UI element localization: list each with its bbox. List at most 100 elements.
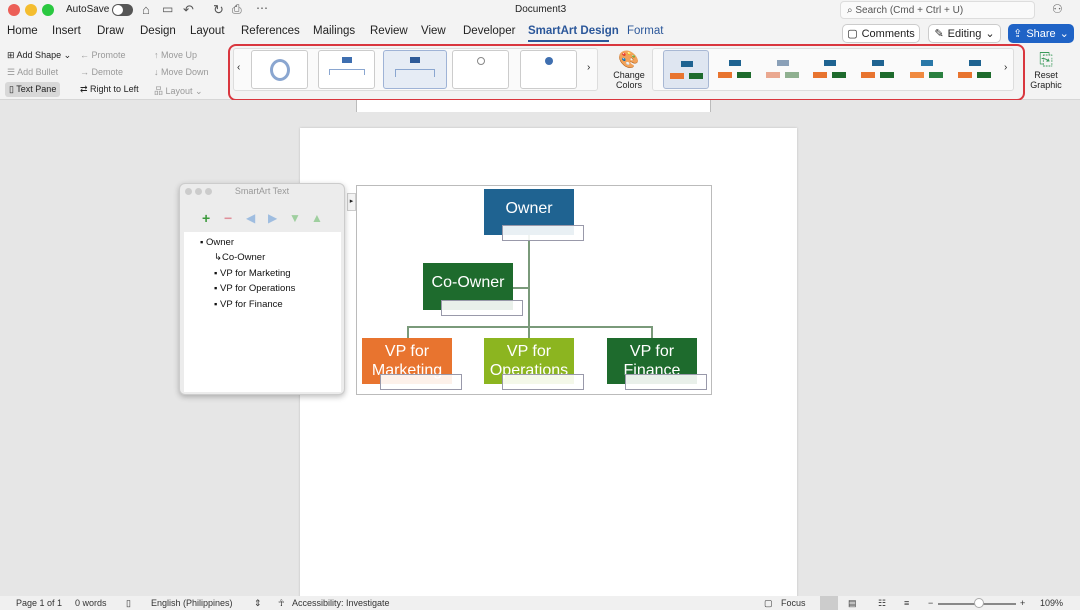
layout-thumb-circular[interactable] — [251, 50, 308, 89]
swatch-mark — [813, 72, 827, 78]
layout-thumb-circle-hierarchy[interactable] — [520, 50, 577, 89]
pencil-icon: ✎ — [934, 28, 944, 40]
accessibility-icon[interactable]: ☥ — [278, 598, 285, 609]
list-item[interactable]: ▪ VP for Operations — [214, 283, 295, 294]
move-down-button[interactable]: ↓ Move Down — [154, 67, 209, 77]
add-shape-button[interactable]: ⊞ Add Shape ⌄ — [7, 50, 71, 61]
tab-design[interactable]: Design — [140, 25, 176, 37]
outline-view-icon[interactable]: ☷ — [878, 598, 886, 609]
demote-button[interactable]: → Demote — [80, 67, 123, 77]
list-item[interactable]: ▪ VP for Finance — [214, 299, 283, 310]
zoom-slider-thumb[interactable] — [974, 598, 984, 608]
node-co-owner-subtext[interactable] — [441, 300, 523, 316]
swatch-mark — [977, 72, 991, 78]
demote-arrow-icon[interactable]: ▶ — [268, 211, 277, 225]
color-style-3[interactable] — [760, 50, 806, 89]
node-owner-subtext[interactable] — [502, 225, 584, 241]
list-item[interactable]: ↳Co-Owner — [214, 252, 265, 263]
redo-icon[interactable]: ↻ — [213, 2, 224, 18]
tab-mailings[interactable]: Mailings — [313, 25, 355, 37]
node-vp-marketing-subtext[interactable] — [380, 374, 462, 390]
swatch-mark — [689, 73, 703, 79]
undo-icon[interactable]: ↶ — [183, 2, 194, 18]
change-colors-button[interactable]: 🎨 Change Colors — [610, 50, 648, 90]
color-style-7[interactable] — [952, 50, 998, 89]
connector-line — [513, 287, 529, 289]
share-button[interactable]: ⇪ Share ⌄ — [1008, 24, 1074, 43]
color-style-4[interactable] — [807, 50, 853, 89]
layout-button[interactable]: 品 Layout ⌄ — [154, 84, 203, 97]
color-style-6[interactable] — [904, 50, 950, 89]
layout-thumb-hierarchy[interactable] — [452, 50, 509, 89]
move-up-button[interactable]: ↑ Move Up — [154, 50, 197, 60]
styles-next-icon[interactable]: › — [1004, 62, 1007, 73]
tab-draw[interactable]: Draw — [97, 25, 124, 37]
gallery-next-icon[interactable]: › — [587, 62, 590, 73]
layout-thumb-org-chart[interactable] — [318, 50, 375, 89]
tab-smartart-design[interactable]: SmartArt Design — [528, 25, 619, 37]
text-pane-button[interactable]: ▯ Text Pane — [5, 82, 61, 97]
editing-button[interactable]: ✎ Editing ⌄ — [928, 24, 1001, 43]
comments-button[interactable]: ▢ Comments — [842, 24, 920, 43]
palette-icon: 🎨 — [618, 50, 640, 69]
add-icon[interactable]: + — [202, 210, 210, 226]
list-item[interactable]: ▪ Owner — [200, 237, 234, 248]
tab-references[interactable]: References — [241, 25, 300, 37]
right-to-left-button[interactable]: ⇄ Right to Left — [80, 84, 139, 95]
promote-button[interactable]: ← Promote — [80, 50, 126, 60]
node-vp-finance-subtext[interactable] — [625, 374, 707, 390]
connector-line — [651, 326, 653, 338]
swatch-mark — [766, 72, 780, 78]
home-icon[interactable]: ⌂ — [142, 2, 150, 17]
word-count[interactable]: 0 words — [75, 598, 107, 608]
tab-view[interactable]: View — [421, 25, 446, 37]
add-bullet-button[interactable]: ☰ Add Bullet — [7, 67, 58, 78]
color-style-5[interactable] — [855, 50, 901, 89]
tab-home[interactable]: Home — [7, 25, 38, 37]
node-vp-operations-subtext[interactable] — [502, 374, 584, 390]
tab-layout[interactable]: Layout — [190, 25, 225, 37]
print-icon[interactable]: ⎙ — [232, 2, 242, 17]
tab-insert[interactable]: Insert — [52, 25, 81, 37]
print-layout-view-icon[interactable] — [820, 596, 838, 610]
close-window-button[interactable] — [8, 4, 20, 16]
zoom-window-button[interactable] — [42, 4, 54, 16]
list-item[interactable]: ▪ VP for Marketing — [214, 268, 291, 279]
ruler — [0, 100, 1080, 112]
more-icon[interactable]: ⋯ — [256, 1, 268, 15]
page-count[interactable]: Page 1 of 1 — [16, 598, 62, 608]
accessibility-status[interactable]: Accessibility: Investigate — [292, 598, 390, 608]
promote-arrow-icon[interactable]: ◀ — [246, 211, 255, 225]
proofing-icon[interactable]: ▯ — [126, 598, 131, 609]
text-pane-toggle-icon[interactable]: ▸ — [347, 193, 356, 211]
tab-review[interactable]: Review — [370, 25, 408, 37]
color-style-2[interactable] — [712, 50, 758, 89]
draft-view-icon[interactable]: ≡ — [904, 598, 909, 608]
minimize-window-button[interactable] — [25, 4, 37, 16]
color-style-1[interactable] — [663, 50, 709, 89]
reset-graphic-icon: ⎘ — [1039, 50, 1053, 69]
swatch-mark — [670, 73, 684, 79]
gallery-prev-icon[interactable]: ‹ — [237, 62, 240, 73]
zoom-in-icon[interactable]: + — [1020, 598, 1025, 608]
remove-icon[interactable]: − — [224, 210, 232, 226]
zoom-out-icon[interactable]: − — [928, 598, 933, 608]
save-icon[interactable]: ▭ — [162, 2, 173, 16]
tab-format[interactable]: Format — [627, 25, 663, 37]
web-layout-view-icon[interactable]: ▤ — [848, 598, 857, 609]
swatch-mark — [861, 72, 875, 78]
reset-graphic-button[interactable]: ⎘ Reset Graphic — [1030, 50, 1062, 90]
zoom-level[interactable]: 109% — [1040, 598, 1063, 608]
move-up-arrow-icon[interactable]: ▲ — [311, 211, 323, 225]
layout-thumb-selected[interactable] — [383, 50, 447, 89]
move-down-arrow-icon[interactable]: ▼ — [289, 211, 301, 225]
pane-title: SmartArt Text — [234, 186, 290, 196]
account-icon[interactable]: ⚇ — [1052, 2, 1063, 16]
focus-icon[interactable]: ▢ — [764, 598, 773, 609]
search-input[interactable]: ⌕ Search (Cmd + Ctrl + U) — [840, 1, 1035, 19]
focus-button[interactable]: Focus — [781, 598, 806, 608]
tab-developer[interactable]: Developer — [463, 25, 515, 37]
language[interactable]: English (Philippines) — [151, 598, 233, 608]
autosave-toggle[interactable] — [112, 4, 133, 16]
track-changes-icon[interactable]: ⇕ — [254, 598, 262, 609]
